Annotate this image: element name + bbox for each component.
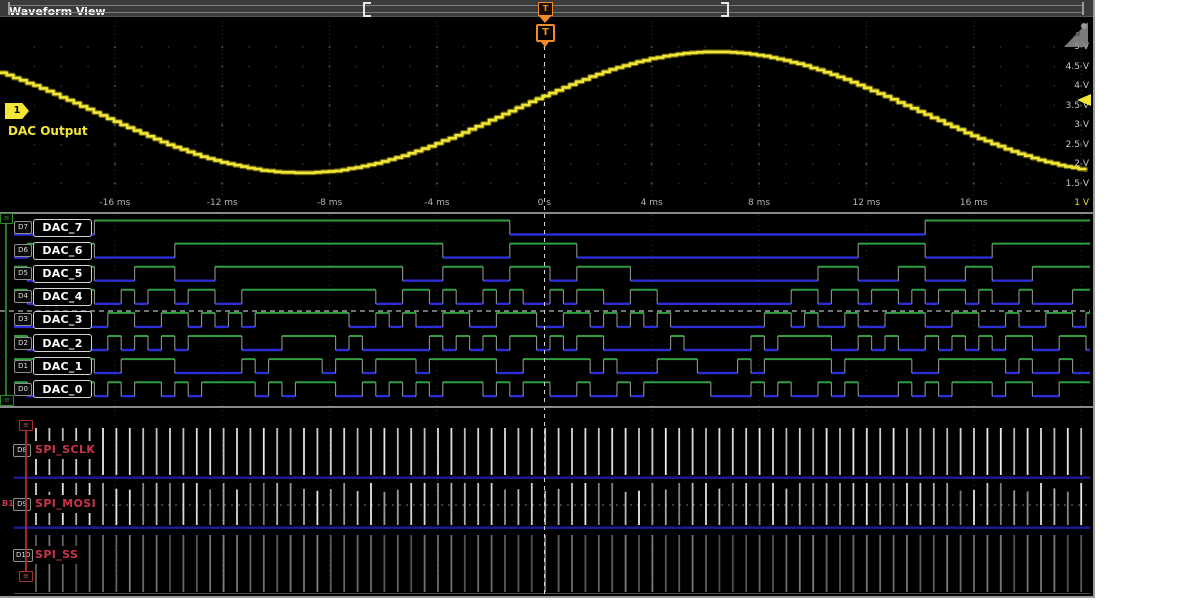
horizontal-zoom-scrollbar[interactable]: T [8, 2, 1084, 15]
waveform-canvas [0, 0, 1093, 596]
scrollbar-left-cap [8, 2, 10, 15]
digital-spi-separator[interactable] [0, 406, 1093, 408]
trigger-flag-tail [541, 42, 549, 47]
zoom-window-left-bracket[interactable] [363, 2, 371, 17]
pan-zoom-cursor-icon[interactable] [1056, 20, 1092, 50]
trigger-level-arrow-icon[interactable] [1077, 94, 1091, 106]
scrollbar-right-cap [1082, 2, 1084, 15]
analog-digital-separator[interactable] [0, 212, 1093, 214]
trigger-down-arrow-icon [539, 16, 551, 23]
trigger-flag[interactable]: T [536, 24, 555, 42]
waveform-view-window: Waveform View T T B1 5 V4.5 V4 V3.5 V3 V… [0, 0, 1095, 598]
zoom-window-right-bracket[interactable] [721, 2, 729, 17]
channel-1-label[interactable]: DAC Output [8, 124, 88, 138]
trigger-position-marker[interactable]: T [538, 2, 553, 16]
